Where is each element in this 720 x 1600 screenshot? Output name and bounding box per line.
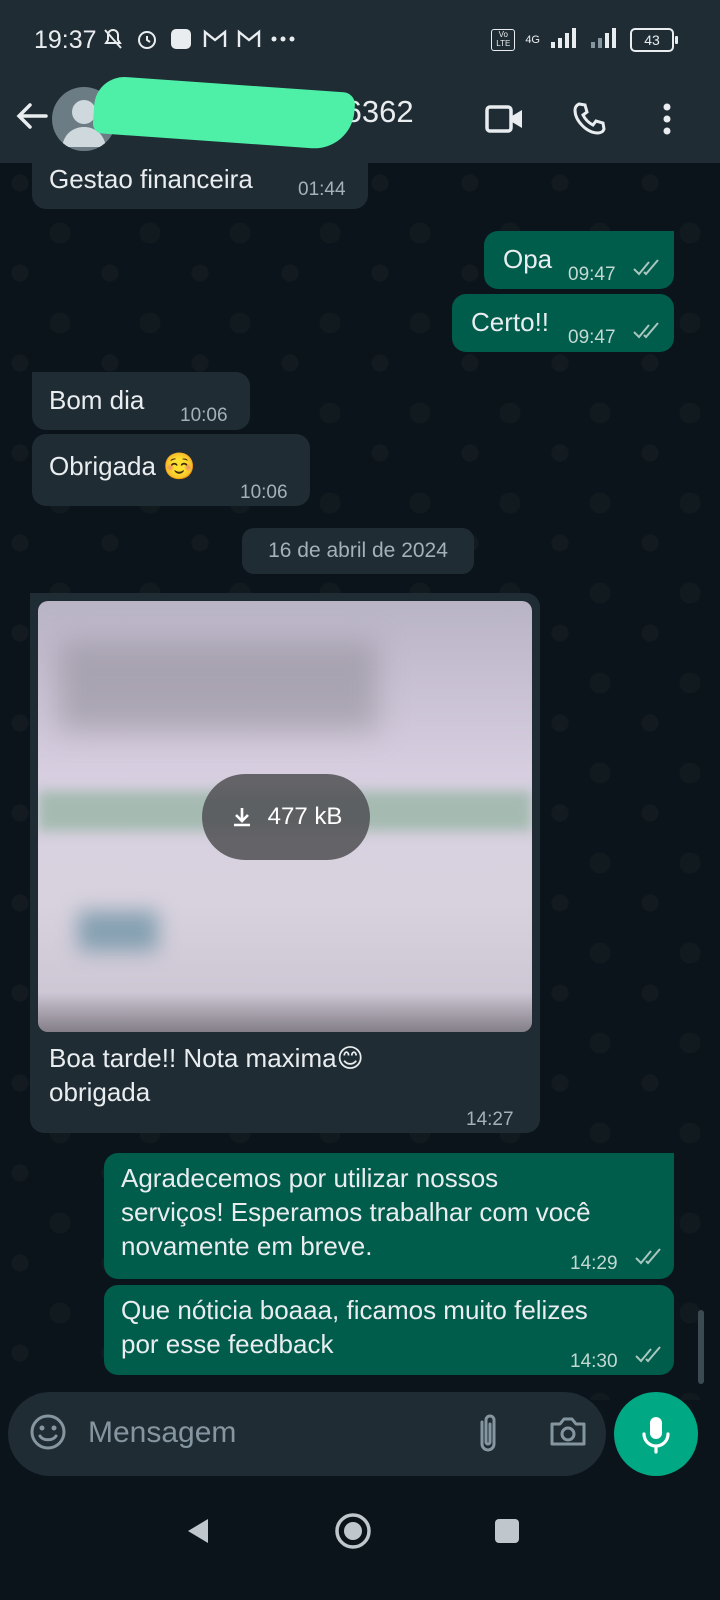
volte-icon: Vo LTE xyxy=(491,28,516,51)
muted-bell-icon xyxy=(100,26,126,52)
battery-level: 43 xyxy=(630,27,674,52)
signal-icon xyxy=(550,26,580,53)
message-bubble[interactable]: Certo!! 09:47 xyxy=(452,294,674,352)
caption-line: obrigada xyxy=(49,1077,151,1107)
message-bubble[interactable]: Agradecemos por utilizar nossos serviços… xyxy=(104,1153,674,1279)
message-text: Que nóticia boaaa, ficamos muito felizes… xyxy=(121,1293,588,1361)
message-line: Que nóticia boaaa, ficamos muito felizes xyxy=(121,1295,588,1325)
system-nav-bar xyxy=(0,1484,720,1600)
status-icons xyxy=(100,26,296,52)
nav-home-icon[interactable] xyxy=(328,1506,378,1556)
message-time: 10:06 xyxy=(240,482,288,503)
attach-icon[interactable] xyxy=(468,1410,508,1456)
redaction-mark xyxy=(92,75,356,151)
message-time: 09:47 xyxy=(568,327,616,348)
download-button[interactable]: 477 kB xyxy=(202,774,370,860)
message-bubble[interactable]: Gestao financeira 01:44 xyxy=(32,163,368,209)
message-text: Gestao financeira xyxy=(49,164,253,194)
message-bubble[interactable]: Obrigada ☺️ 10:06 xyxy=(32,434,310,506)
caption-line: Boa tarde!! Nota maxima😊 xyxy=(49,1043,364,1073)
message-bubble[interactable]: Opa 09:47 xyxy=(484,231,674,289)
chat-header: +5 6362 xyxy=(0,75,720,163)
emoji-icon[interactable] xyxy=(28,1412,68,1452)
download-size: 477 kB xyxy=(267,803,343,830)
gmail-icon xyxy=(202,26,228,52)
message-line: por esse feedback xyxy=(121,1329,334,1359)
message-text: Agradecemos por utilizar nossos serviços… xyxy=(121,1161,591,1263)
status-right: Vo LTE 4G 43 xyxy=(491,26,678,53)
message-text: Opa xyxy=(503,244,553,274)
battery-icon: 43 xyxy=(630,27,678,52)
message-line: novamente em breve. xyxy=(121,1231,373,1261)
message-time: 14:29 xyxy=(570,1253,618,1274)
chat-area[interactable]: Gestao financeira 01:44 Opa 09:47 Certo!… xyxy=(0,163,720,1400)
download-icon xyxy=(233,808,250,827)
status-time: 19:37 xyxy=(34,26,97,54)
nav-back-icon[interactable] xyxy=(174,1506,224,1556)
contact-suffix: 6362 xyxy=(344,94,414,129)
video-call-icon[interactable] xyxy=(480,94,530,144)
message-line: serviços! Esperamos trabalhar com você xyxy=(121,1197,591,1227)
blurred-image-thumbnail[interactable]: 477 kB xyxy=(38,601,532,1032)
alarm-icon xyxy=(134,26,160,52)
mic-button[interactable] xyxy=(614,1392,698,1476)
mic-icon xyxy=(642,1417,670,1454)
date-divider: 16 de abril de 2024 xyxy=(242,528,474,574)
more-vert-icon[interactable] xyxy=(642,94,692,144)
message-time: 14:30 xyxy=(570,1351,618,1372)
message-text: Obrigada ☺️ xyxy=(49,451,196,481)
message-composer[interactable]: Mensagem xyxy=(8,1392,606,1476)
read-ticks-icon xyxy=(633,259,659,276)
back-arrow-icon[interactable] xyxy=(12,96,52,136)
read-ticks-icon xyxy=(635,1346,661,1363)
message-bubble[interactable]: Que nóticia boaaa, ficamos muito felizes… xyxy=(104,1285,674,1375)
gmail-icon-2 xyxy=(236,26,262,52)
message-text: Certo!! xyxy=(471,307,550,337)
message-input[interactable]: Mensagem xyxy=(88,1416,236,1450)
network-type: 4G xyxy=(525,33,540,46)
phone-icon[interactable] xyxy=(564,94,614,144)
message-time: 14:27 xyxy=(466,1109,514,1130)
image-message-bubble[interactable]: 477 kB Boa tarde!! Nota maxima😊 obrigada… xyxy=(30,593,540,1133)
camera-icon[interactable] xyxy=(546,1410,590,1456)
read-ticks-icon xyxy=(633,322,659,339)
message-line: Agradecemos por utilizar nossos xyxy=(121,1163,499,1193)
nav-recents-icon[interactable] xyxy=(482,1506,532,1556)
message-time: 01:44 xyxy=(298,179,346,200)
read-ticks-icon xyxy=(635,1248,661,1265)
scrollbar-thumb[interactable] xyxy=(698,1310,704,1384)
message-text: Bom dia xyxy=(49,385,145,415)
message-bubble[interactable]: Bom dia 10:06 xyxy=(32,372,250,430)
more-notifications-icon xyxy=(270,26,296,52)
image-caption: Boa tarde!! Nota maxima😊 obrigada xyxy=(49,1041,364,1109)
signal-icon-2 xyxy=(590,26,620,53)
message-time: 10:06 xyxy=(180,405,228,426)
message-time: 09:47 xyxy=(568,264,616,285)
app-notification-icon xyxy=(168,26,194,52)
status-bar: 19:37 Vo LTE 4G 43 xyxy=(0,0,720,80)
